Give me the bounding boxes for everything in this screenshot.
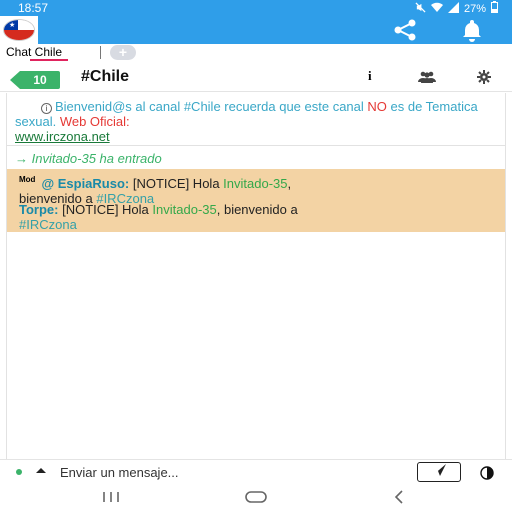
notice-message-1: Mod @ EspiaRuso: [NOTICE] Hola Invitado-3… <box>19 172 291 206</box>
notice1-text: [NOTICE] Hola <box>129 176 224 191</box>
message-list[interactable]: i Bienvenid@s al canal #Chile recuerda qu… <box>6 93 506 459</box>
notice2-text-2: , bienvenido a <box>216 202 298 217</box>
tab-chat-chile[interactable]: Chat Chile <box>6 45 62 59</box>
welcome-text-1: Bienvenid@s al canal #Chile recuerda que… <box>55 99 368 114</box>
user-count-badge[interactable]: 10 <box>10 71 60 89</box>
channel-title: #Chile <box>81 68 130 85</box>
website-link[interactable]: www.irczona.net <box>15 129 110 144</box>
mute-icon <box>415 1 426 16</box>
notice-message-2: Torpe: [NOTICE] Hola Invitado-35, bienve… <box>19 202 298 232</box>
active-tab-indicator <box>30 59 68 61</box>
status-icons: 27% <box>415 1 498 16</box>
wifi-icon <box>430 2 443 16</box>
welcome-no: NO <box>367 99 387 114</box>
send-button[interactable] <box>417 462 461 482</box>
nick-espiaruso[interactable]: @ EspiaRuso: <box>41 176 129 191</box>
info-circle-icon: i <box>41 103 52 114</box>
app-bar: ★ <box>0 16 512 44</box>
message-input[interactable] <box>60 463 400 481</box>
users-icon[interactable] <box>418 70 436 88</box>
user-count: 10 <box>20 71 60 89</box>
notice-area: Mod @ EspiaRuso: [NOTICE] Hola Invitado-3… <box>7 169 505 232</box>
notice1-comma: , <box>287 176 292 191</box>
battery-percent: 27% <box>463 2 486 15</box>
nick-torpe[interactable]: Torpe: <box>19 202 58 217</box>
system-nav-bar <box>0 483 512 512</box>
back-icon[interactable] <box>392 490 406 509</box>
channel-header: 10 #Chile i <box>0 62 512 92</box>
add-tab-button[interactable]: + <box>110 45 136 60</box>
notice2-channel[interactable]: #IRCzona <box>19 217 77 232</box>
notice2-highlight: Invitado-35 <box>152 202 217 217</box>
share-icon[interactable] <box>392 18 418 47</box>
notice2-text: [NOTICE] Hola <box>58 202 153 217</box>
settings-icon[interactable] <box>477 70 491 89</box>
expand-up-icon[interactable] <box>36 468 46 473</box>
divider <box>7 145 505 146</box>
welcome-message: i Bienvenid@s al canal #Chile recuerda qu… <box>15 99 495 144</box>
status-bar: 18:57 27% <box>0 0 512 16</box>
tab-separator <box>100 46 101 59</box>
status-time: 18:57 <box>18 1 49 15</box>
chile-flag-icon: ★ <box>4 20 34 40</box>
home-icon[interactable] <box>245 490 267 509</box>
recents-icon[interactable] <box>101 490 121 509</box>
notice1-highlight: Invitado-35 <box>223 176 288 191</box>
send-icon <box>431 463 447 482</box>
flag-button[interactable]: ★ <box>0 16 38 44</box>
info-icon[interactable]: i <box>368 68 372 84</box>
input-bar <box>0 459 512 483</box>
bell-icon[interactable] <box>460 18 484 47</box>
status-dot <box>16 469 22 475</box>
tab-strip: Chat Chile + <box>0 44 512 62</box>
mod-tag: Mod <box>19 175 36 184</box>
battery-icon <box>491 1 498 16</box>
join-message: → Invitado-35 ha entrado <box>15 151 162 166</box>
welcome-web-label: Web Oficial: <box>59 114 130 129</box>
signal-icon <box>447 1 459 16</box>
